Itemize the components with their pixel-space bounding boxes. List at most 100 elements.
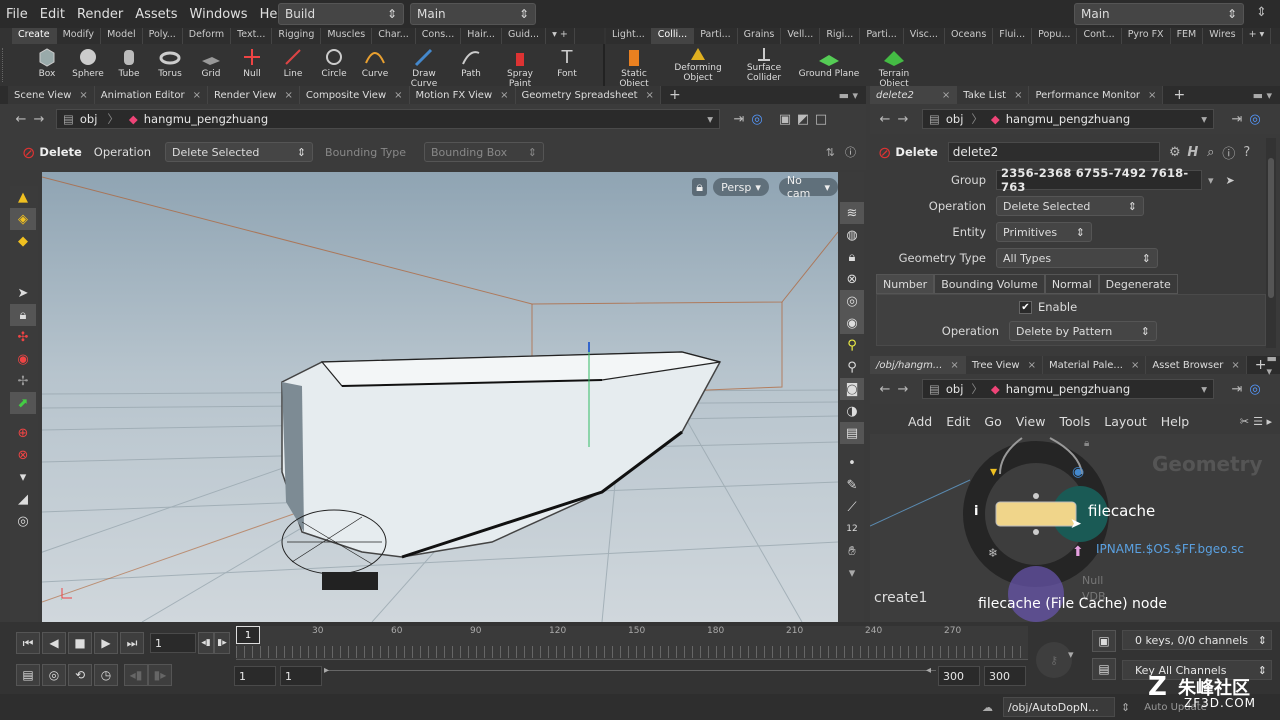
forward-arrow-icon[interactable]: → (30, 110, 48, 128)
measure-icon[interactable]: ⟋ (840, 496, 864, 518)
playback-end-field[interactable]: 300 (938, 666, 980, 686)
group-field[interactable]: 2356-2368 6755-7492 7618-763 (996, 166, 1202, 194)
chevron-down-icon[interactable]: ▾ (840, 562, 864, 584)
back-arrow-icon[interactable]: ← (12, 110, 30, 128)
shelf-tab-hair[interactable]: Hair... (461, 28, 502, 44)
shelf-tabs-menu-icon[interactable]: ▾ + (546, 28, 575, 44)
pin-icon[interactable]: ⇥ (1228, 380, 1246, 398)
path-root[interactable]: obj (946, 382, 964, 396)
select-edges-icon[interactable]: ◆ (10, 230, 36, 252)
range-start-handle-icon[interactable]: ▸ (324, 665, 329, 676)
shelf-tab-colli[interactable]: Colli... (651, 28, 695, 44)
frame-marker[interactable]: 1 (236, 626, 260, 644)
lock-icon[interactable]: 🔒︎ (10, 304, 36, 326)
close-icon[interactable]: × (394, 90, 402, 101)
pin-icon[interactable]: ⇥ (1228, 110, 1246, 128)
display-icon[interactable]: ≋ (840, 202, 864, 224)
close-icon[interactable]: × (284, 90, 292, 101)
add-tab-icon[interactable]: + (669, 87, 681, 103)
pane-menu-icon[interactable]: ▬ ▾ (1267, 352, 1277, 378)
range-end-handle-icon[interactable]: ◂ (926, 665, 931, 676)
tool-path[interactable]: Path (449, 46, 493, 79)
param-scrollbar[interactable] (1266, 138, 1276, 348)
shelf-tab-cont[interactable]: Cont... (1077, 28, 1122, 44)
forward-arrow-icon[interactable]: → (894, 380, 912, 398)
tab-motion-fx-view[interactable]: Motion FX View × (409, 86, 516, 104)
flip-tool-icon[interactable]: ▾ (10, 466, 36, 488)
time-slider[interactable]: 1 30 60 90 120 150 180 210 240 270 (236, 626, 1028, 660)
subtab-normal[interactable]: Normal (1044, 274, 1099, 294)
shelf-tab-wires[interactable]: Wires (1203, 28, 1243, 44)
add-tab-icon[interactable]: + (1255, 357, 1267, 373)
entity-dropdown[interactable]: Primitives ⇕ (996, 222, 1092, 242)
camera-dropdown[interactable]: No cam ▾ (778, 174, 838, 200)
select-points-icon[interactable]: ◈ (10, 208, 36, 230)
network-menu-tools[interactable]: Tools (1059, 414, 1090, 429)
snapshot-view-icon[interactable]: ▤ (840, 422, 864, 444)
key-icon[interactable]: ⚷ (1036, 642, 1072, 678)
close-icon[interactable]: × (1231, 360, 1239, 371)
subtab-bounding-volume[interactable]: Bounding Volume (934, 274, 1045, 294)
tool-tube[interactable]: Tube (107, 46, 151, 79)
network-menu-edit[interactable]: Edit (946, 414, 970, 429)
play-icon[interactable]: ▶ (94, 632, 118, 654)
tool-draw-curve[interactable]: Draw Curve (399, 46, 449, 89)
path-node[interactable]: hangmu_pengzhuang (1006, 112, 1130, 126)
realtime-icon[interactable]: ▤ (16, 664, 40, 686)
rotate-tool-icon[interactable]: ◉ (10, 348, 36, 370)
create1-node-label[interactable]: create1 (874, 590, 927, 606)
tab-composite-view[interactable]: Composite View × (299, 86, 410, 104)
lock-icon[interactable]: 🔒︎ (1084, 438, 1089, 449)
shading-icon[interactable]: ◍ (840, 224, 864, 246)
render-icon[interactable]: ◙ (840, 378, 864, 400)
network-menu-go[interactable]: Go (984, 414, 1001, 429)
status-path-field[interactable]: /obj/AutoDopN... (1003, 697, 1115, 717)
chevron-down-icon[interactable]: ▾ (1201, 382, 1207, 396)
close-icon[interactable]: × (193, 90, 201, 101)
network-menu-help[interactable]: Help (1161, 414, 1190, 429)
step-back-icon[interactable]: ◂▮ (198, 632, 214, 654)
network-menu-layout[interactable]: Layout (1104, 414, 1147, 429)
subtab-degenerate[interactable]: Degenerate (1098, 274, 1178, 294)
tab-obj-network[interactable]: /obj/hangm... × (870, 356, 966, 374)
menu-windows[interactable]: Windows (190, 7, 248, 22)
keyframe-filter-icon[interactable]: ▣ (1092, 630, 1116, 652)
tool-sphere[interactable]: Sphere (66, 46, 110, 79)
shelf-tab-muscles[interactable]: Muscles (321, 28, 373, 44)
shelf-tab-popu[interactable]: Popu... (1032, 28, 1078, 44)
shelf-tab-guid[interactable]: Guid... (502, 28, 547, 44)
shelf-tab-poly[interactable]: Poly... (143, 28, 183, 44)
enable-checkbox[interactable]: ✔ (1019, 300, 1032, 314)
persp-dropdown[interactable]: Persp ▾ (713, 178, 769, 196)
tool-line[interactable]: Line (271, 46, 315, 79)
scale-tool-icon[interactable]: ✢ (10, 370, 36, 392)
tool-curve[interactable]: Curve (353, 46, 397, 79)
shelf-tab-parti[interactable]: Parti... (694, 28, 738, 44)
chevron-icon[interactable]: ⇕ (1121, 701, 1130, 714)
tab-delete2[interactable]: delete2 × (870, 86, 958, 104)
display-flag-icon[interactable]: ◉ (1072, 464, 1084, 480)
filecache-node-label[interactable]: filecache (1088, 502, 1155, 520)
shelf-tab-model[interactable]: Model (101, 28, 143, 44)
network-editor[interactable]: Geometry ▾ ◉ i ❄ ⬆ filecache IPNAME.$OS.… (870, 434, 1280, 622)
close-icon[interactable]: × (500, 90, 508, 101)
help-icon[interactable]: ? (1238, 143, 1256, 161)
stop-icon[interactable]: ■ (68, 632, 92, 654)
lightbulb-icon[interactable]: ◉ (840, 312, 864, 334)
menu-render[interactable]: Render (77, 7, 123, 22)
node-name-field[interactable]: delete2 (947, 142, 1160, 162)
menu-assets[interactable]: Assets (135, 7, 177, 22)
desktop-main-dropdown[interactable]: Main ⇕ (410, 3, 536, 25)
close-icon[interactable]: × (942, 90, 950, 101)
desktop-main-right-dropdown[interactable]: Main ⇕ (1074, 3, 1244, 25)
next-key-icon[interactable]: ▮▸ (148, 664, 172, 686)
tool-null[interactable]: Null (230, 46, 274, 79)
tab-geometry-spreadsheet[interactable]: Geometry Spreadsheet × (515, 86, 661, 104)
tab-material-palette[interactable]: Material Pale... × (1042, 356, 1147, 374)
operation-dropdown[interactable]: Delete Selected ⇕ (165, 142, 314, 162)
tab-take-list[interactable]: Take List × (957, 86, 1030, 104)
tool-box[interactable]: Box (25, 46, 69, 79)
snapshot-icon[interactable]: □ (812, 110, 830, 128)
shelf-tab-oceans[interactable]: Oceans (945, 28, 994, 44)
close-icon[interactable]: × (1131, 360, 1139, 371)
